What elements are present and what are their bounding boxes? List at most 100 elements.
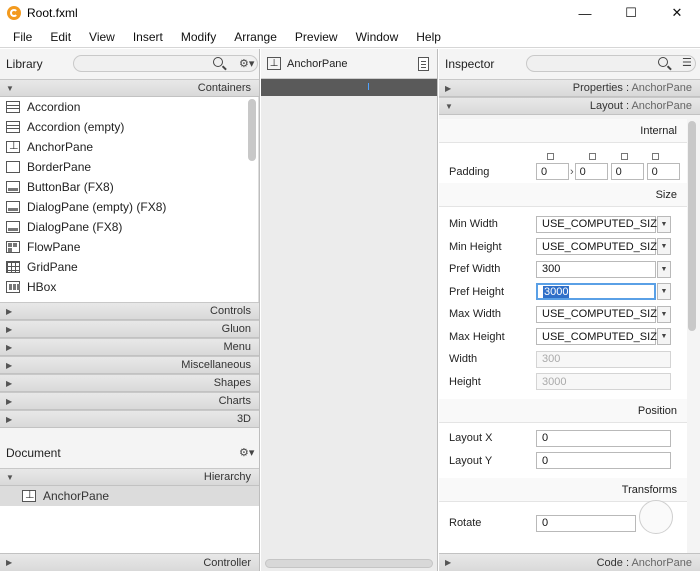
min-width-row: Min Width USE_COMPUTED_SIZE ▼ — [439, 213, 687, 236]
max-width-label: Max Width — [449, 308, 501, 321]
min-width-combo[interactable]: USE_COMPUTED_SIZE — [536, 215, 664, 233]
document-icon[interactable] — [418, 57, 429, 71]
item-label: GridPane — [27, 260, 78, 274]
section-controls[interactable]: ▶ Controls — [0, 302, 259, 320]
menu-modify[interactable]: Modify — [172, 30, 225, 44]
layout-y-label: Layout Y — [449, 454, 493, 467]
library-item-hbox[interactable]: HBox — [0, 277, 258, 297]
section-menu[interactable]: ▶ Menu — [0, 338, 259, 356]
section-containers[interactable]: ▼ Containers — [0, 79, 259, 97]
rotate-knob[interactable] — [639, 500, 673, 534]
pref-height-label: Pref Height — [449, 285, 505, 298]
chevron-down-icon[interactable]: ▼ — [657, 215, 671, 233]
library-item-dialogpane-empty[interactable]: DialogPane (empty) (FX8) — [0, 197, 258, 217]
section-label: Menu — [223, 341, 251, 353]
library-item-anchorpane[interactable]: AnchorPane — [0, 137, 258, 157]
layout-y-row: Layout Y 0 — [439, 450, 687, 473]
expand-triangle-icon: ▶ — [6, 342, 13, 352]
section-layout[interactable]: ▼ Layout : AnchorPane — [439, 97, 700, 115]
chevron-down-icon[interactable]: ▼ — [657, 260, 671, 278]
section-label: Charts — [218, 395, 251, 407]
inspector-scrollbar[interactable] — [688, 121, 696, 331]
chevron-down-icon[interactable]: ▼ — [657, 305, 671, 323]
close-button[interactable]: ✕ — [654, 0, 700, 26]
window-title: Root.fxml — [27, 6, 78, 20]
max-width-combo[interactable]: USE_COMPUTED_SIZE — [536, 305, 664, 323]
accordion-icon — [6, 101, 20, 113]
width-row: Width 300 — [439, 348, 687, 371]
layout-y-field[interactable]: 0 — [536, 452, 671, 470]
pref-height-combo[interactable]: 3000 — [536, 283, 656, 301]
section-label: Containers — [197, 82, 251, 94]
item-label: AnchorPane — [27, 140, 94, 154]
buttonbar-icon — [6, 181, 20, 193]
padding-bottom-icon — [621, 153, 628, 160]
collapse-triangle-icon: ▼ — [445, 101, 453, 111]
minimize-button[interactable]: — — [562, 0, 608, 26]
transform-rows: Rotate 0 — [439, 500, 687, 535]
library-search-input[interactable] — [73, 55, 258, 72]
padding-bottom-field[interactable]: 0 — [610, 163, 644, 180]
layout-x-label: Layout X — [449, 432, 493, 445]
position-rows: Layout X 0 Layout Y 0 — [439, 423, 687, 472]
chevron-down-icon[interactable]: ▼ — [657, 328, 671, 346]
layout-target: AnchorPane — [631, 100, 692, 112]
section-label: 3D — [236, 413, 251, 425]
section-properties[interactable]: ▶ Properties : AnchorPane — [439, 79, 700, 97]
library-item-accordion-empty[interactable]: Accordion (empty) — [0, 117, 258, 137]
chevron-down-icon[interactable]: ▼ — [657, 283, 671, 301]
menu-window[interactable]: Window — [347, 30, 408, 44]
menu-preview[interactable]: Preview — [286, 30, 347, 44]
gear-icon[interactable]: ⚙▾ — [239, 57, 254, 70]
section-code[interactable]: ▶ Code : AnchorPane — [439, 553, 700, 571]
section-controller[interactable]: ▶ Controller — [0, 553, 259, 571]
padding-top-field[interactable]: 0 — [536, 163, 569, 180]
expand-triangle-icon: ▶ — [445, 558, 452, 567]
menu-arrange[interactable]: Arrange — [225, 30, 286, 44]
section-3d[interactable]: ▶ 3D — [0, 410, 259, 428]
library-scrollbar[interactable] — [248, 99, 256, 161]
canvas-anchorpane[interactable] — [261, 79, 437, 96]
library-item-buttonbar[interactable]: ButtonBar (FX8) — [0, 177, 258, 197]
selection-marker — [368, 83, 369, 90]
layout-x-field[interactable]: 0 — [536, 429, 671, 447]
menu-file[interactable]: File — [4, 30, 41, 44]
chevron-down-icon[interactable]: ▼ — [657, 238, 671, 256]
hierarchy-item-anchorpane[interactable]: AnchorPane — [0, 486, 259, 506]
padding-fields: Padding 0 › 0 0 0 — [439, 163, 683, 180]
padding-right-field[interactable]: 0 — [574, 163, 608, 180]
section-miscellaneous[interactable]: ▶ Miscellaneous — [0, 356, 259, 374]
menu-help[interactable]: Help — [407, 30, 450, 44]
rotate-field[interactable]: 0 — [536, 514, 636, 532]
section-gluon[interactable]: ▶ Gluon — [0, 320, 259, 338]
expand-triangle-icon: ▶ — [6, 396, 13, 406]
horizontal-scrollbar[interactable] — [265, 559, 433, 568]
padding-link-icon[interactable]: › — [570, 166, 574, 178]
pref-width-combo[interactable]: 300 — [536, 260, 656, 278]
library-item-dialogpane[interactable]: DialogPane (FX8) — [0, 217, 258, 237]
maximize-button[interactable]: ☐ — [608, 0, 654, 26]
max-height-combo[interactable]: USE_COMPUTED_SIZE — [536, 328, 664, 346]
menu-insert[interactable]: Insert — [124, 30, 172, 44]
library-item-gridpane[interactable]: GridPane — [0, 257, 258, 277]
menu-view[interactable]: View — [80, 30, 124, 44]
library-item-flowpane[interactable]: FlowPane — [0, 237, 258, 257]
library-item-borderpane[interactable]: BorderPane — [0, 157, 258, 177]
section-hierarchy[interactable]: ▼ Hierarchy — [0, 468, 259, 486]
layout-x-row: Layout X 0 — [439, 427, 687, 450]
expand-triangle-icon: ▶ — [6, 360, 13, 370]
menu-edit[interactable]: Edit — [41, 30, 80, 44]
document-title: Document — [6, 446, 61, 460]
gear-icon[interactable]: ⚙▾ — [239, 446, 254, 459]
item-label: AnchorPane — [43, 489, 110, 503]
library-item-accordion[interactable]: Accordion — [0, 97, 258, 117]
section-shapes[interactable]: ▶ Shapes — [0, 374, 259, 392]
expand-triangle-icon: ▶ — [6, 378, 13, 388]
item-label: BorderPane — [27, 160, 92, 174]
anchorpane-icon — [6, 139, 20, 153]
padding-left-field[interactable]: 0 — [646, 163, 680, 180]
section-charts[interactable]: ▶ Charts — [0, 392, 259, 410]
content-header: ⊥ AnchorPane — [261, 49, 437, 79]
menu-icon[interactable]: ☰ — [682, 56, 692, 69]
min-height-combo[interactable]: USE_COMPUTED_SIZE — [536, 238, 664, 256]
